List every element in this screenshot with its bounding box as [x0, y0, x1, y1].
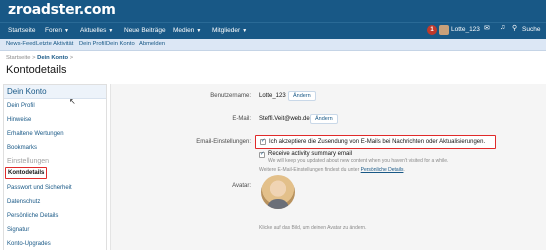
activity-summary-hint: We will keep you updated about new conte…: [268, 158, 449, 164]
email-value: Steffi.Veit@web.de: [259, 116, 310, 122]
activity-summary-checkbox[interactable]: [259, 151, 265, 158]
avatar-label: Avatar:: [232, 183, 251, 189]
site-logo[interactable]: zroadster.com: [8, 2, 116, 18]
change-email-button[interactable]: Ändern: [310, 114, 338, 124]
email-consent-checkbox[interactable]: [260, 138, 266, 145]
more-email-settings-hint: Weitere E-Mail-Einstellungen findest du …: [259, 167, 405, 173]
sidebar-item-datenschutz[interactable]: Datenschutz: [7, 199, 40, 205]
subnav-letzte-aktivitaet[interactable]: Letzte Aktivität: [36, 41, 73, 47]
user-avatar[interactable]: [439, 25, 449, 35]
breadcrumb-home[interactable]: Startseite: [6, 55, 31, 61]
nav-mitglieder[interactable]: Mitglieder ▼: [212, 27, 247, 34]
email-settings-label: Email-Einstellungen:: [196, 139, 251, 145]
avatar-image[interactable]: [261, 175, 295, 209]
sidebar-item-passwort[interactable]: Passwort und Sicherheit: [7, 185, 72, 191]
username-label: Benutzername:: [210, 93, 251, 99]
sidebar-item-dein-profil[interactable]: Dein Profil: [7, 103, 35, 109]
nav-medien[interactable]: Medien ▼: [173, 27, 201, 34]
email-consent-label: Ich akzeptiere die Zusendung von E-Mails…: [269, 139, 486, 145]
chevron-down-icon: ▼: [108, 28, 114, 34]
nav-aktuelles[interactable]: Aktuelles ▼: [80, 27, 113, 34]
subnav-dein-profil[interactable]: Dein Profil: [79, 41, 106, 47]
sidebar-item-persoenliche-details[interactable]: Persönliche Details: [7, 213, 58, 219]
nav-neue-beitraege[interactable]: Neue Beiträge: [124, 27, 166, 34]
subnav-abmelden[interactable]: Abmelden: [139, 41, 165, 47]
account-details-form: Benutzername: Lotte_123 Ändern E-Mail: S…: [110, 84, 546, 250]
subnav-news-feed[interactable]: News-Feed: [6, 41, 36, 47]
sidebar-item-bookmarks[interactable]: Bookmarks: [7, 145, 37, 151]
envelope-icon[interactable]: ✉: [484, 24, 490, 32]
search-button[interactable]: Suche: [522, 26, 540, 33]
sidebar-item-kontodetails[interactable]: Kontodetails: [5, 167, 47, 179]
nav-foren[interactable]: Foren ▼: [45, 27, 69, 34]
breadcrumb-separator: >: [32, 55, 36, 61]
account-sidebar: Dein Konto Dein Profil Hinweise Erhalten…: [3, 84, 107, 250]
sub-nav: News-Feed Letzte Aktivität Dein Profil D…: [0, 39, 546, 51]
bell-icon[interactable]: ♫: [500, 24, 505, 31]
chevron-down-icon: ▼: [63, 28, 69, 34]
notification-badge[interactable]: 1: [427, 25, 437, 35]
sidebar-item-konto-upgrades[interactable]: Konto-Upgrades: [7, 241, 51, 247]
email-label: E-Mail:: [232, 116, 251, 122]
avatar-hint: Klicke auf das Bild, um deinen Avatar zu…: [259, 225, 367, 231]
site-header: zroadster.com: [0, 0, 546, 22]
page-title: Kontodetails: [6, 64, 67, 76]
sidebar-section-einstellungen: Einstellungen: [7, 158, 50, 165]
sidebar-item-hinweise[interactable]: Hinweise: [7, 117, 31, 123]
sidebar-item-erhaltene-wertungen[interactable]: Erhaltene Wertungen: [7, 131, 64, 137]
breadcrumb-separator: >: [69, 55, 74, 61]
chevron-down-icon: ▼: [242, 28, 248, 34]
email-consent-option[interactable]: Ich akzeptiere die Zusendung von E-Mails…: [255, 135, 496, 149]
breadcrumb: Startseite > Dein Konto >: [6, 55, 73, 61]
username-value: Lotte_123: [259, 93, 286, 99]
chevron-down-icon: ▼: [196, 28, 202, 34]
activity-summary-label: Receive activity summary email: [268, 151, 353, 157]
sidebar-header[interactable]: Dein Konto: [4, 85, 106, 99]
breadcrumb-current[interactable]: Dein Konto: [37, 55, 68, 61]
user-menu[interactable]: Lotte_123: [451, 26, 480, 33]
subnav-dein-konto[interactable]: Dein Konto: [106, 41, 135, 47]
search-icon[interactable]: ⚲: [512, 24, 517, 32]
mouse-cursor-icon: ↖: [69, 97, 76, 106]
sidebar-item-signatur[interactable]: Signatur: [7, 227, 29, 233]
nav-startseite[interactable]: Startseite: [8, 27, 35, 34]
personal-details-link[interactable]: Persönliche Details: [361, 167, 404, 173]
change-username-button[interactable]: Ändern: [288, 91, 316, 101]
